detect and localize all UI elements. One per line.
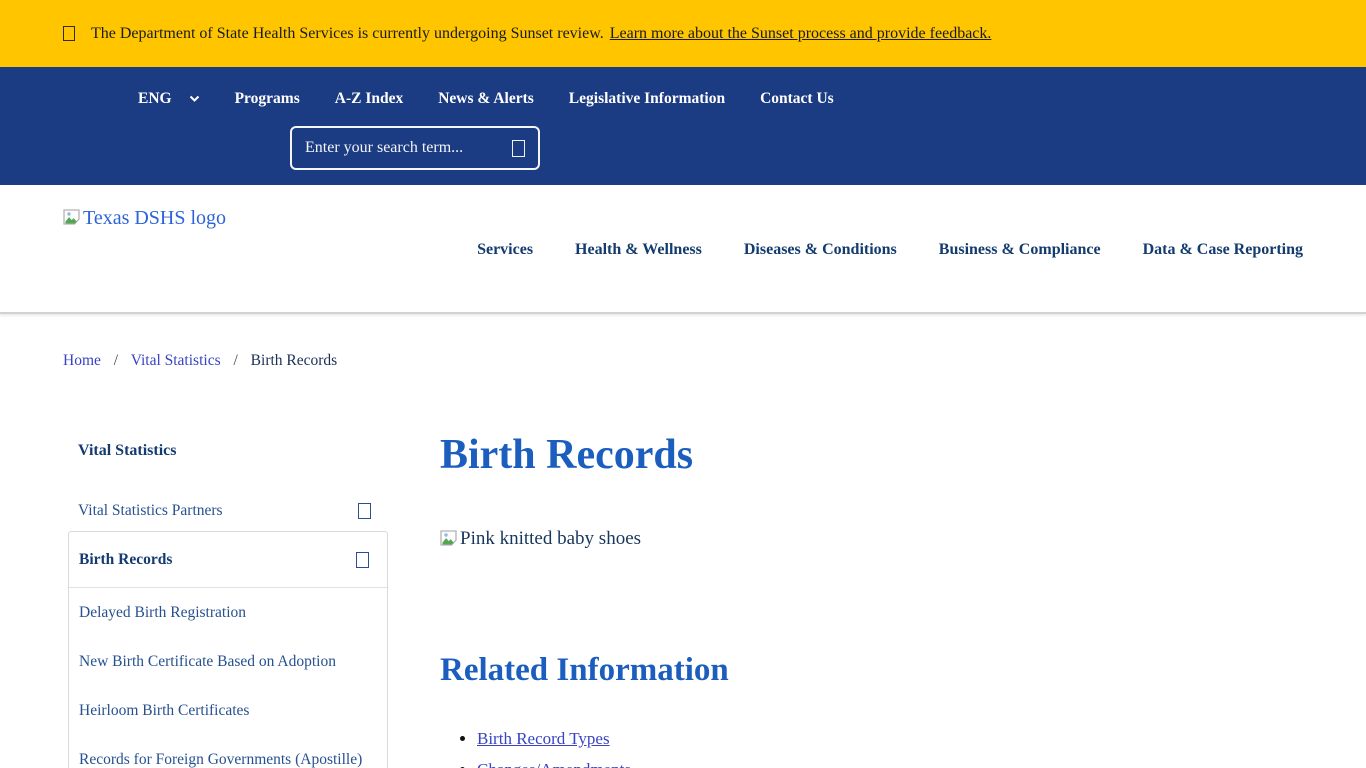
- sidebar-item-label[interactable]: Heirloom Birth Certificates: [79, 702, 249, 719]
- nav-item-data-case-reporting[interactable]: Data & Case Reporting: [1143, 241, 1303, 259]
- related-links-list: Birth Record Types Changes/Amendments: [477, 729, 1303, 768]
- sidebar-title: Vital Statistics: [78, 442, 389, 460]
- link-changes-amendments[interactable]: Changes/Amendments: [477, 760, 631, 768]
- language-selector[interactable]: ENG: [138, 90, 200, 108]
- site-logo-link[interactable]: Texas DSHS logo: [63, 207, 226, 230]
- main-content: Birth Records Pink knitted baby shoes Re…: [440, 432, 1303, 768]
- expand-icon[interactable]: [358, 503, 371, 519]
- breadcrumb-separator: /: [114, 352, 118, 369]
- search-input[interactable]: [305, 139, 512, 157]
- image-alt-text: Pink knitted baby shoes: [460, 528, 641, 550]
- nav-item-health-wellness[interactable]: Health & Wellness: [575, 241, 702, 259]
- sunset-feedback-link[interactable]: Learn more about the Sunset process and …: [610, 25, 992, 43]
- breadcrumb-home[interactable]: Home: [63, 352, 101, 369]
- sidebar-item-new-birth-certificate-adoption[interactable]: New Birth Certificate Based on Adoption: [69, 637, 387, 686]
- primary-nav: Services Health & Wellness Diseases & Co…: [63, 241, 1303, 259]
- breadcrumb-separator: /: [233, 352, 237, 369]
- sidebar: Vital Statistics Vital Statistics Partne…: [63, 432, 389, 768]
- sidebar-item-label[interactable]: New Birth Certificate Based on Adoption: [79, 653, 336, 670]
- sidebar-item-records-foreign-governments[interactable]: Records for Foreign Governments (Apostil…: [69, 735, 387, 768]
- list-item: Birth Record Types: [477, 729, 1303, 749]
- list-item: Changes/Amendments: [477, 760, 1303, 768]
- sunset-alert-banner: The Department of State Health Services …: [0, 0, 1366, 67]
- nav-item-news-alerts[interactable]: News & Alerts: [438, 90, 534, 108]
- sidebar-item-label[interactable]: Birth Records: [79, 551, 172, 569]
- breadcrumb-current: Birth Records: [251, 352, 338, 369]
- baby-shoes-image-placeholder: Pink knitted baby shoes: [440, 528, 641, 550]
- sidebar-item-delayed-birth-registration[interactable]: Delayed Birth Registration: [69, 588, 387, 637]
- link-birth-record-types[interactable]: Birth Record Types: [477, 729, 610, 748]
- broken-image-icon: [63, 209, 81, 226]
- language-label: ENG: [138, 90, 172, 108]
- breadcrumb: Home / Vital Statistics / Birth Records: [63, 352, 1303, 370]
- chevron-down-icon: [189, 95, 200, 103]
- logo-alt-text: Texas DSHS logo: [83, 207, 226, 230]
- alert-icon: [63, 26, 75, 41]
- nav-item-programs[interactable]: Programs: [235, 90, 300, 108]
- page-title: Birth Records: [440, 432, 1303, 478]
- nav-item-contact-us[interactable]: Contact Us: [760, 90, 834, 108]
- sidebar-item-heirloom-birth-certificates[interactable]: Heirloom Birth Certificates: [69, 686, 387, 735]
- search-box[interactable]: [290, 126, 540, 170]
- breadcrumb-vital-statistics[interactable]: Vital Statistics: [131, 352, 221, 369]
- nav-item-diseases-conditions[interactable]: Diseases & Conditions: [744, 241, 897, 259]
- alert-text: The Department of State Health Services …: [91, 25, 604, 43]
- related-information-heading: Related Information: [440, 652, 1303, 689]
- nav-item-az-index[interactable]: A-Z Index: [335, 90, 403, 108]
- sidebar-birth-records-group: Birth Records Delayed Birth Registration…: [68, 531, 388, 768]
- sidebar-item-label[interactable]: Records for Foreign Governments (Apostil…: [79, 751, 362, 768]
- search-icon[interactable]: [512, 140, 525, 157]
- nav-item-legislative-information[interactable]: Legislative Information: [569, 90, 725, 108]
- collapse-icon[interactable]: [356, 552, 369, 568]
- broken-image-icon: [440, 530, 458, 547]
- site-header: Texas DSHS logo Services Health & Wellne…: [0, 185, 1366, 314]
- sidebar-item-label[interactable]: Vital Statistics Partners: [78, 502, 223, 520]
- nav-item-services[interactable]: Services: [477, 241, 533, 259]
- sidebar-item-label[interactable]: Delayed Birth Registration: [79, 604, 246, 621]
- sidebar-item-vital-statistics-partners[interactable]: Vital Statistics Partners: [63, 502, 389, 520]
- nav-item-business-compliance[interactable]: Business & Compliance: [939, 241, 1101, 259]
- utility-nav: ENG Programs A-Z Index News & Alerts Leg…: [0, 67, 1366, 185]
- sidebar-item-birth-records[interactable]: Birth Records: [69, 532, 387, 588]
